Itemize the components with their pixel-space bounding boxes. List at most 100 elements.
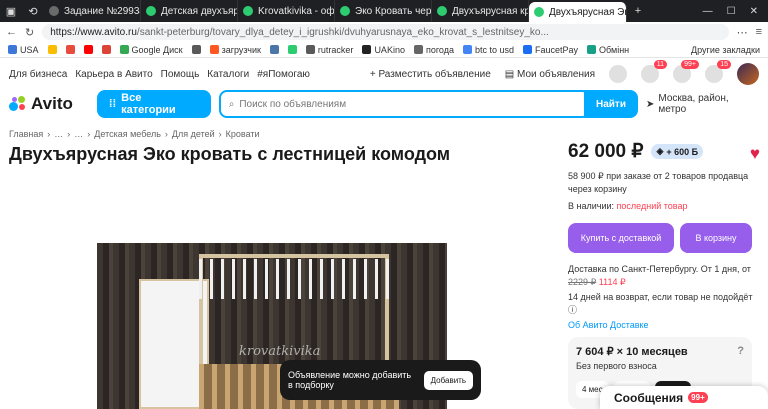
messages-badge: 99+	[681, 60, 699, 69]
bookmark-favicon-icon	[47, 45, 57, 54]
breadcrumb-item[interactable]: Для детей	[172, 129, 215, 139]
messages-count-badge: 99+	[688, 392, 708, 403]
bookmark[interactable]: погода	[413, 45, 454, 55]
bookmark[interactable]	[65, 45, 75, 54]
buy-with-delivery-button[interactable]: Купить с доставкой	[568, 223, 674, 253]
notifications-icon[interactable]: 11	[641, 60, 667, 83]
help-icon[interactable]: ?	[737, 345, 744, 358]
installment-amount: 7 604 ₽ × 10 месяцев	[576, 346, 688, 358]
search-icon: ⌕	[228, 98, 235, 110]
nav-link[interactable]: #яПомогаю	[257, 69, 310, 80]
notification-badge: 11	[653, 60, 667, 69]
avatar[interactable]	[737, 63, 759, 85]
bulk-offer: 58 900 ₽ при заказе от 2 товаров продавц…	[568, 171, 749, 194]
messages-widget[interactable]: Сообщения 99+	[600, 386, 768, 409]
bookmark-favicon-icon	[287, 45, 297, 54]
browser-tab[interactable]: Krovatkivika - официа	[238, 0, 335, 22]
bookmark[interactable]: загрузчик	[209, 45, 261, 55]
bookmark[interactable]: FaucetPay	[523, 45, 578, 55]
price-row: 62 000 ₽ ◈ + 600 Б	[568, 140, 758, 163]
nav-link[interactable]: Для бизнеса	[9, 69, 67, 80]
page-title: Двухъярусная Эко кровать с лестницей ком…	[9, 144, 451, 164]
breadcrumb: Главная › … › … › Детская мебель › Для детей…	[9, 129, 260, 139]
installment-note: Без первого взноса	[576, 361, 657, 371]
back-icon[interactable]: ←	[6, 26, 17, 38]
bookmark-favicon-icon	[523, 45, 533, 54]
tab-favicon-icon	[534, 7, 544, 17]
bonus-badge[interactable]: ◈ + 600 Б	[651, 144, 704, 159]
bookmark[interactable]: Google Диск	[119, 45, 183, 55]
bookmark[interactable]: UAKino	[362, 45, 405, 55]
nav-link[interactable]: Карьера в Авито	[75, 69, 152, 80]
nav-link[interactable]: Каталоги	[207, 69, 249, 80]
bookmark[interactable]	[101, 45, 111, 54]
bookmark[interactable]	[191, 45, 201, 54]
cart-badge: 15	[717, 60, 731, 69]
browser-tab[interactable]: Задание №2993436	[44, 0, 141, 22]
photo-watermark: krovatkivika	[239, 344, 321, 359]
bookmark[interactable]	[47, 45, 57, 54]
bookmark-favicon-icon	[65, 45, 75, 54]
tab-favicon-icon	[340, 6, 350, 16]
search-input[interactable]: ⌕ Поиск по объявлениям	[218, 90, 590, 118]
location-arrow-icon: ➤	[645, 98, 655, 110]
bonus-icon: ◈	[656, 146, 664, 156]
find-button[interactable]: Найти	[584, 90, 638, 118]
bookmark-favicon-icon	[413, 45, 423, 54]
browser-tab[interactable]: Двухъярусная кроват	[432, 0, 529, 22]
breadcrumb-item[interactable]: …	[54, 129, 63, 139]
my-ads-link[interactable]: ▤ Мои объявления	[505, 69, 595, 80]
tab-back-icon[interactable]: ⟲	[22, 0, 44, 22]
vk-icon	[269, 45, 279, 54]
breadcrumb-item[interactable]: Детская мебель	[94, 129, 161, 139]
browser-tab[interactable]: Эко Кровать чердак	[335, 0, 432, 22]
bookmark-favicon-icon	[362, 45, 372, 54]
stock-status: В наличии: последний товар	[568, 201, 688, 211]
nav-link[interactable]: Помощь	[161, 69, 200, 80]
tab-search-icon[interactable]: ▣	[0, 0, 22, 22]
minimize-icon[interactable]: —	[703, 6, 713, 17]
cart-icon[interactable]: 15	[705, 60, 731, 83]
menu-icon[interactable]: ≡	[756, 26, 762, 38]
returns-info: 14 дней на возврат, если товар не подойд…	[568, 292, 753, 315]
tab-favicon-icon	[437, 6, 447, 16]
breadcrumb-item[interactable]: …	[74, 129, 83, 139]
breadcrumb-item[interactable]: Главная	[9, 129, 43, 139]
ads-icon: ▤	[504, 68, 517, 80]
bookmark[interactable]: btc to usd	[462, 45, 514, 55]
bookmark[interactable]: rutracker	[305, 45, 353, 55]
url-field[interactable]: https://www.avito.ru/sankt-peterburg/tov…	[42, 24, 729, 40]
favorites-icon[interactable]	[609, 65, 627, 83]
bookmark[interactable]	[287, 45, 297, 54]
browser-tab[interactable]: Детская двухъярусная	[141, 0, 238, 22]
favorite-heart-icon[interactable]: ♥	[750, 144, 760, 164]
gmail-icon	[101, 45, 111, 54]
bookmarks-bar: USA Google Диск загрузчик rutracker UAKi…	[0, 42, 768, 58]
all-categories-button[interactable]: ⁞⁞ Все категории	[96, 90, 211, 118]
about-delivery-link[interactable]: Об Авито Доставке	[568, 319, 758, 332]
bookmark[interactable]	[269, 45, 279, 54]
messages-icon[interactable]: 99+	[673, 60, 699, 83]
add-to-cart-button[interactable]: В корзину	[680, 223, 752, 253]
bookmark-favicon-icon	[209, 45, 219, 54]
price-panel: 62 000 ₽ ◈ + 600 Б ♥ 58 900 ₽ при заказе …	[568, 140, 760, 332]
maximize-icon[interactable]: ☐	[727, 6, 736, 17]
reload-icon[interactable]: ↻	[25, 26, 34, 39]
extensions-icon[interactable]: ⋯	[737, 26, 748, 39]
search-row: Avito ⁞⁞ Все категории ⌕ Поиск по объявлен…	[9, 90, 759, 118]
close-window-icon[interactable]: ✕	[750, 6, 758, 17]
location-selector[interactable]: ➤ Москва, район, метро	[646, 93, 759, 115]
bookmark[interactable]: USA	[8, 45, 39, 55]
bookmark[interactable]: Обмінн	[587, 45, 629, 55]
browser-tab-active[interactable]: Двухъярусная Эко✕	[529, 2, 627, 22]
info-icon[interactable]: ⓘ	[568, 305, 577, 315]
breadcrumb-item[interactable]: Кровати	[226, 129, 260, 139]
bookmark[interactable]	[83, 45, 93, 54]
post-ad-link[interactable]: + Разместить объявление	[370, 69, 491, 80]
google-icon	[462, 45, 472, 54]
new-tab-icon[interactable]: +	[627, 0, 649, 22]
avito-logo[interactable]: Avito	[9, 94, 89, 114]
add-to-collection-button[interactable]: Добавить	[423, 370, 473, 390]
other-bookmarks[interactable]: Другие закладки	[691, 45, 760, 55]
tab-favicon-icon	[243, 6, 253, 16]
